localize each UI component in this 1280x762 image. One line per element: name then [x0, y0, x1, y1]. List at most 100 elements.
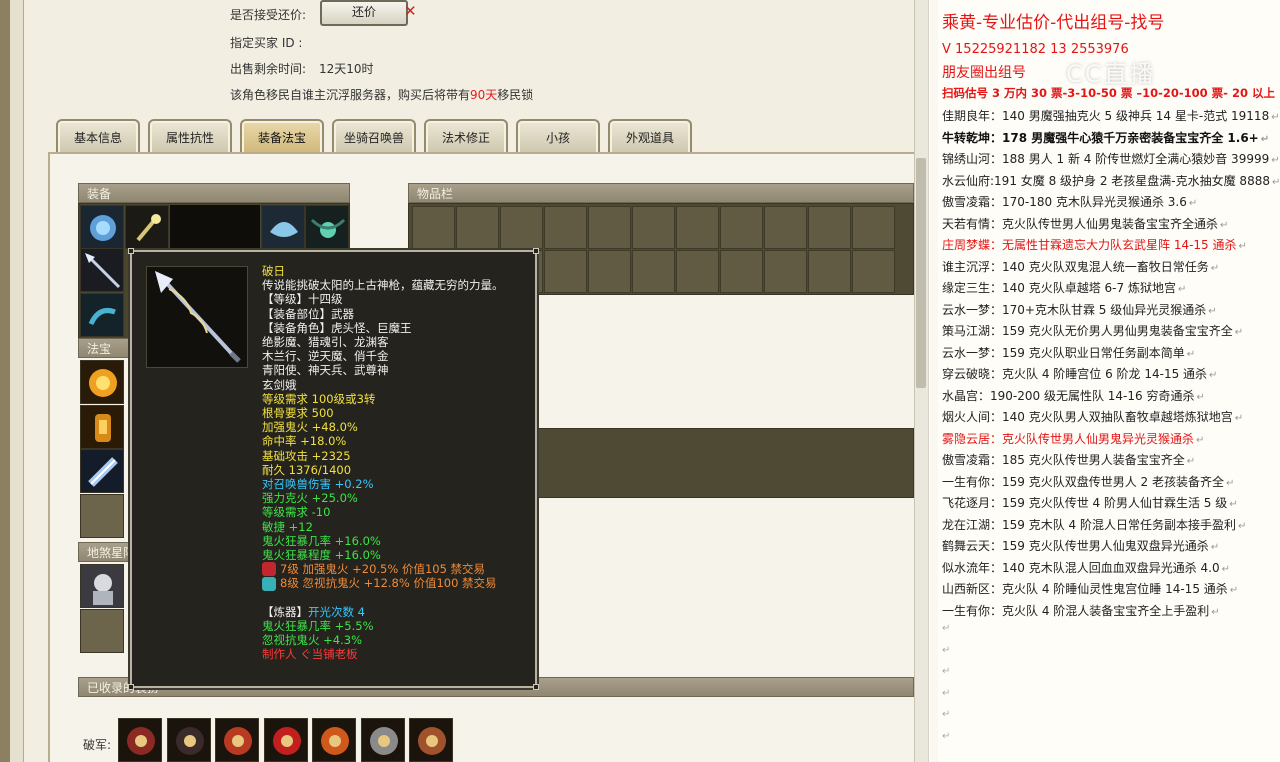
listing-entry: 云水一梦：170+克木队甘霖 5 级仙异光灵猴通杀 ↵: [942, 301, 1217, 318]
equip-slot-necklace[interactable]: [125, 205, 169, 249]
listing-text: 飞花逐月：159 克火队传世 4 阶男人仙甘霖生活 5 级: [942, 496, 1228, 510]
inventory-slot[interactable]: [808, 250, 851, 293]
inventory-slot[interactable]: [588, 250, 631, 293]
listing-text: 穿云破晓：克火队 4 阶睡宫位 6 阶龙 14-15 通杀: [942, 367, 1208, 381]
listing-entry: 飞花逐月：159 克火队传世 4 阶男人仙甘霖生活 5 级 ↵: [942, 494, 1238, 511]
listing-entry: 龙在江湖：159 克木队 4 阶混人日常任务副本接手盈利 ↵: [942, 516, 1246, 533]
listing-text: 天若有情：克火队传世男人仙男鬼装备宝宝齐全通杀: [942, 216, 1219, 231]
spear-icon: [146, 266, 248, 368]
tab-appearance[interactable]: 外观道具: [608, 119, 692, 155]
listing-text: 一生有你：159 克火队双盘传世男人 2 老孩装备齐全: [942, 474, 1224, 489]
listing-text: 傲雪凌霜：170-180 克木队异光灵猴通杀 3.6: [942, 195, 1187, 209]
fabao-panel-title: 法宝: [78, 338, 138, 358]
stream-title: 乘黄-专业估价-代出组号-找号: [942, 13, 1165, 33]
tab-attributes[interactable]: 属性抗性: [148, 119, 232, 155]
return-mark: ↵: [1196, 391, 1205, 403]
inventory-slot[interactable]: [588, 206, 631, 249]
listing-text: 似水流年：140 克木队混人回血血双盘异光通杀 4.0: [942, 560, 1220, 575]
fabao-slot-4[interactable]: [80, 494, 124, 538]
inventory-slot[interactable]: [808, 206, 851, 249]
listing-entry: 一生有你：克火队 4 阶混人装备宝宝齐全上手盈利 ↵: [942, 602, 1220, 619]
tooltip-line: 等级需求 -10: [262, 505, 331, 520]
outfit-helm-icon[interactable]: [166, 718, 211, 762]
inventory-slot[interactable]: [412, 206, 455, 249]
tooltip-corner: [533, 248, 539, 254]
outfit-mask-icon[interactable]: [312, 718, 356, 762]
inventory-slot[interactable]: [500, 206, 543, 249]
watermark-logo: CC直播: [1066, 60, 1156, 88]
equip-slot-shoes[interactable]: [80, 293, 124, 337]
listing-entry: 天若有情：克火队传世男人仙男鬼装备宝宝齐全通杀 ↵: [942, 215, 1228, 232]
inventory-slot[interactable]: [632, 250, 675, 293]
listing-entry: 谁主沉浮：140 克火队双鬼混人统一畜牧日常任务 ↵: [942, 258, 1219, 275]
tooltip-line: 敏捷 +12: [262, 519, 313, 534]
listing-entry: 傲雪凌霜：185 克火队传世男人装备宝宝齐全 ↵: [942, 451, 1195, 468]
window-edge-inner: [10, 0, 24, 762]
tab-equipment[interactable]: 装备法宝: [240, 119, 324, 155]
return-mark: ↵: [1260, 133, 1270, 145]
inventory-slot[interactable]: [764, 206, 807, 249]
item-name: 破日: [262, 264, 285, 278]
outfit-ring-icon[interactable]: [360, 718, 405, 762]
inventory-slot[interactable]: [544, 206, 587, 249]
star-array-slot-1[interactable]: [80, 564, 124, 608]
bargain-button[interactable]: 还价: [320, 0, 408, 26]
equip-slot-weapon[interactable]: [80, 248, 124, 292]
refine-line: 【炼器】开光次数 4: [262, 605, 532, 619]
fabao-slot-3[interactable]: [80, 449, 124, 493]
inventory-slot[interactable]: [720, 206, 763, 249]
tooltip-corner: [128, 248, 134, 254]
inventory-slot[interactable]: [764, 250, 807, 293]
inventory-slot[interactable]: [676, 206, 719, 249]
refine-attribute: 忽视抗鬼火 +4.3%: [262, 633, 363, 648]
fabao-slot-2[interactable]: [80, 405, 124, 449]
fabao-slot-1[interactable]: [80, 360, 124, 404]
inventory-slot[interactable]: [544, 250, 587, 293]
panel-margin: [930, 0, 938, 762]
inventory-slot[interactable]: [852, 250, 895, 293]
tab-basic-info[interactable]: 基本信息: [56, 119, 140, 155]
tab-mounts-pets[interactable]: 坐骑召唤兽: [332, 119, 416, 155]
inventory-slot[interactable]: [456, 206, 499, 249]
tooltip-line: 等级需求 100级或3转: [262, 391, 376, 406]
star-array-slot-2[interactable]: [80, 609, 124, 653]
migration-note-suffix: 移民锁: [497, 88, 534, 102]
listing-entry: 雾隐云居：克火队传世男人仙男鬼异光灵猴通杀 ↵: [942, 430, 1204, 447]
tab-spell-correction[interactable]: 法术修正: [424, 119, 508, 155]
inventory-slot[interactable]: [676, 250, 719, 293]
return-mark: ↵: [1177, 284, 1187, 295]
listing-entry: 云水一梦：159 克火队职业日常任务副本简单 ↵: [942, 344, 1195, 361]
pojun-label: 破军:: [83, 738, 112, 752]
equipment-panel-title: 装备: [78, 183, 350, 203]
listing-text: 庄周梦蝶：无属性甘霖遗忘大力队玄武星阵 14-15 通杀: [942, 238, 1237, 252]
inventory-slot[interactable]: [852, 206, 895, 249]
listing-text: 水晶宫：190-200 级无属性队 14-16 穷奇通杀: [942, 388, 1195, 403]
tooltip-line: 青阳使、神天兵、武尊神: [262, 363, 389, 378]
outfit-necklace-icon[interactable]: [215, 718, 259, 762]
gem-text: 7级 加强鬼火 +20.5% 价值105 禁交易: [280, 562, 486, 577]
return-mark: ↵: [1188, 198, 1198, 209]
tooltip-corner: [128, 684, 134, 690]
fire-orb-icon: [81, 361, 123, 403]
listing-text: 云水一梦：170+克木队甘霖 5 级仙异光灵猴通杀: [942, 302, 1207, 317]
close-icon[interactable]: ✕: [404, 2, 417, 20]
return-mark: ↵: [1210, 262, 1220, 274]
equip-slot-belt[interactable]: [305, 205, 349, 249]
outfit-chain-icon[interactable]: [409, 718, 453, 762]
inventory-slot[interactable]: [720, 250, 763, 293]
tooltip-line: 木兰行、逆天魔、俏千金: [262, 349, 389, 364]
equip-slot-armor[interactable]: [261, 205, 305, 249]
refine-label: 【炼器】: [262, 604, 308, 619]
return-mark: ↵: [1237, 520, 1247, 532]
trade-page: 是否接受还价: 还价 ✕ 指定买家 ID : 出售剩余时间: 12天10时 该角…: [0, 0, 928, 762]
scrollbar-thumb[interactable]: [916, 158, 926, 388]
outfit-robe-icon[interactable]: [263, 718, 308, 762]
tooltip-line: 传说能挑破太阳的上古神枪，蕴藏无穷的力量。: [262, 278, 504, 293]
equip-slot-helmet[interactable]: [80, 205, 124, 249]
accept-bargain-label: 是否接受还价:: [230, 8, 307, 22]
tooltip-line: 强力克火 +25.0%: [262, 491, 358, 506]
tab-child[interactable]: 小孩: [516, 119, 600, 155]
inventory-slot[interactable]: [632, 206, 675, 249]
outfit-armor-icon[interactable]: [118, 718, 162, 762]
return-mark: ↵: [942, 644, 951, 656]
